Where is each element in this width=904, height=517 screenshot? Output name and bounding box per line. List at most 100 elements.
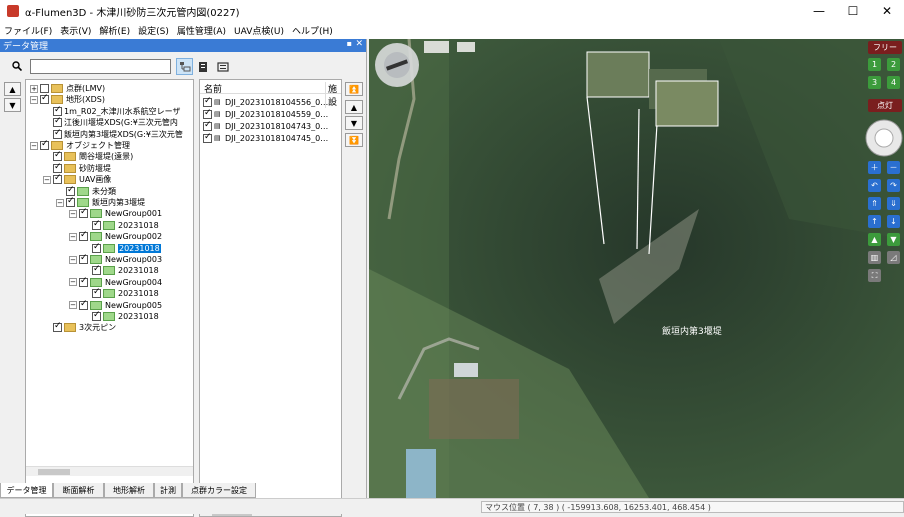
tree-node[interactable]: 砂防堰堤 xyxy=(43,162,111,174)
menu-attributes[interactable]: 属性管理(A) xyxy=(177,24,226,37)
tree-node[interactable]: − NewGroup001 xyxy=(69,207,162,219)
menu-settings[interactable]: 設定(S) xyxy=(138,24,169,37)
tree-node[interactable]: 20231018 xyxy=(82,287,159,299)
tab-point-cloud-color[interactable]: 点群カラー設定 xyxy=(182,483,256,498)
tree-checkbox[interactable] xyxy=(66,185,75,196)
tree-node[interactable]: 飯垣内第3堰堤XDS(G:¥三次元管 xyxy=(43,128,183,140)
list-item[interactable]: ▤ DJI_20231018104559_0… - xyxy=(203,108,341,120)
tab-terrain-analysis[interactable]: 地形解析 xyxy=(104,483,154,498)
tree-scrollbar[interactable] xyxy=(26,466,193,476)
tree-node[interactable]: − UAV画像 xyxy=(43,173,111,185)
list-item[interactable]: ▤ DJI_20231018104745_0… - xyxy=(203,132,341,144)
tree-checkbox[interactable] xyxy=(66,196,75,207)
image-list-icon[interactable] xyxy=(214,58,231,75)
maximize-button[interactable]: ☐ xyxy=(836,0,870,22)
tree-node[interactable]: 1m_R02_木津川水系航空レーザ xyxy=(43,105,180,117)
move-bottom-button[interactable]: ⏬ xyxy=(345,133,363,147)
document-icon[interactable] xyxy=(195,58,212,75)
measure-icon[interactable]: ◿ xyxy=(887,251,900,264)
tree-node[interactable]: 20231018 xyxy=(82,264,159,276)
view-3-button[interactable]: 3 xyxy=(868,76,881,89)
list-item-checkbox[interactable] xyxy=(203,120,212,131)
tree-checkbox[interactable] xyxy=(92,310,101,321)
tree-checkbox[interactable] xyxy=(40,84,49,93)
tree-checkbox[interactable] xyxy=(79,230,88,242)
list-item[interactable]: ▤ DJI_20231018104556_0… - xyxy=(203,96,341,108)
list-up-button[interactable]: ▲ xyxy=(345,100,363,114)
expand-toggle-icon[interactable]: − xyxy=(69,278,77,287)
view-2-button[interactable]: 2 xyxy=(887,58,900,71)
expand-toggle-icon[interactable]: − xyxy=(30,141,38,150)
view-4-button[interactable]: 4 xyxy=(887,76,900,89)
menu-view[interactable]: 表示(V) xyxy=(60,24,91,37)
close-button[interactable]: ✕ xyxy=(870,0,904,22)
expand-toggle-icon[interactable]: − xyxy=(69,255,77,264)
tree-checkbox[interactable] xyxy=(79,276,88,287)
list-down-button[interactable]: ▼ xyxy=(345,116,363,130)
expand-toggle-icon[interactable]: − xyxy=(56,198,64,207)
tilt-up-icon[interactable]: ⇑ xyxy=(868,197,881,210)
tree-checkbox[interactable] xyxy=(92,287,101,299)
expand-toggle-icon[interactable]: − xyxy=(30,95,38,104)
tree-checkbox[interactable] xyxy=(53,150,62,162)
tree-checkbox[interactable] xyxy=(79,253,88,264)
list-item[interactable]: ▤ DJI_20231018104743_0… - xyxy=(203,120,341,132)
tilt-down-icon[interactable]: ⇓ xyxy=(887,197,900,210)
fit-view-icon[interactable]: ⛶ xyxy=(868,269,881,282)
minimize-button[interactable]: — xyxy=(802,0,836,22)
free-mode-button[interactable]: フリー xyxy=(868,41,902,54)
tree-node[interactable]: + 点群(LMV) xyxy=(30,83,105,94)
move-up-button[interactable]: ▲ xyxy=(4,82,21,96)
tree-node[interactable]: − 地形(XDS) xyxy=(30,93,105,105)
tree-checkbox[interactable] xyxy=(40,139,49,150)
move-down-icon[interactable]: ↓ xyxy=(887,215,900,228)
tree-checkbox[interactable] xyxy=(40,93,49,105)
tree-checkbox[interactable] xyxy=(92,219,101,230)
tree-node[interactable]: − NewGroup002 xyxy=(69,230,162,242)
terrain-up-icon[interactable]: ▲ xyxy=(868,233,881,246)
tab-data-management[interactable]: データ管理 xyxy=(0,483,53,498)
list-item-checkbox[interactable] xyxy=(203,96,212,107)
move-up-icon[interactable]: ↑ xyxy=(868,215,881,228)
menu-help[interactable]: ヘルプ(H) xyxy=(292,24,333,37)
tree-node[interactable]: − NewGroup004 xyxy=(69,276,162,288)
terrain-down-icon[interactable]: ▼ xyxy=(887,233,900,246)
tree-checkbox[interactable] xyxy=(53,116,62,128)
tree-node[interactable]: 閘谷堰堤(遠景) xyxy=(43,150,133,162)
menu-uav[interactable]: UAV点検(U) xyxy=(234,24,284,37)
tree-checkbox[interactable] xyxy=(53,105,62,116)
list-item-checkbox[interactable] xyxy=(203,132,212,143)
3d-viewport[interactable]: 飯垣内第3堰堤 フリー 1 2 3 4 点灯 ＋ － ↶ ↷ ⇑ ⇓ ↑ ↓ ▲… xyxy=(369,39,904,498)
lighting-button[interactable]: 点灯 xyxy=(868,99,902,112)
rotate-left-icon[interactable]: ↶ xyxy=(868,179,881,192)
tree-checkbox[interactable] xyxy=(53,128,62,139)
panel-close-icon[interactable]: ✕ xyxy=(355,39,363,49)
zoom-out-icon[interactable]: － xyxy=(887,161,900,174)
menu-file[interactable]: ファイル(F) xyxy=(4,24,52,37)
expand-toggle-icon[interactable]: − xyxy=(69,232,77,241)
pin-icon[interactable]: ▪ xyxy=(347,39,352,48)
tree-checkbox[interactable] xyxy=(92,242,101,253)
rotate-right-icon[interactable]: ↷ xyxy=(887,179,900,192)
expand-toggle-icon[interactable]: − xyxy=(69,209,77,218)
tree-node[interactable]: 20231018 xyxy=(82,242,161,254)
view-1-button[interactable]: 1 xyxy=(868,58,881,71)
tab-section-analysis[interactable]: 断面解析 xyxy=(53,483,104,498)
layer-tree[interactable]: + 点群(LMV) − 地形(XDS)1m_R02_木津川水系航空レーザ江後川堰堤XD… xyxy=(25,79,194,517)
menu-analysis[interactable]: 解析(E) xyxy=(99,24,130,37)
tree-node[interactable]: − NewGroup005 xyxy=(69,299,162,311)
tree-node[interactable]: − 飯垣内第3堰堤 xyxy=(56,196,145,208)
move-down-button[interactable]: ▼ xyxy=(4,98,21,112)
tree-node[interactable]: − オブジェクト管理 xyxy=(30,139,130,151)
column-name-header[interactable]: 名前 xyxy=(204,82,222,95)
tree-node[interactable]: 20231018 xyxy=(82,310,159,322)
tree-checkbox[interactable] xyxy=(53,162,62,173)
tab-measure[interactable]: 計測 xyxy=(154,483,182,498)
tree-checkbox[interactable] xyxy=(79,299,88,310)
list-item-checkbox[interactable] xyxy=(203,108,212,119)
tree-view-icon[interactable] xyxy=(176,58,193,75)
tree-node[interactable]: 3次元ピン xyxy=(43,321,116,333)
expand-toggle-icon[interactable]: − xyxy=(43,175,51,184)
tree-checkbox[interactable] xyxy=(53,321,62,333)
tree-checkbox[interactable] xyxy=(53,173,62,185)
